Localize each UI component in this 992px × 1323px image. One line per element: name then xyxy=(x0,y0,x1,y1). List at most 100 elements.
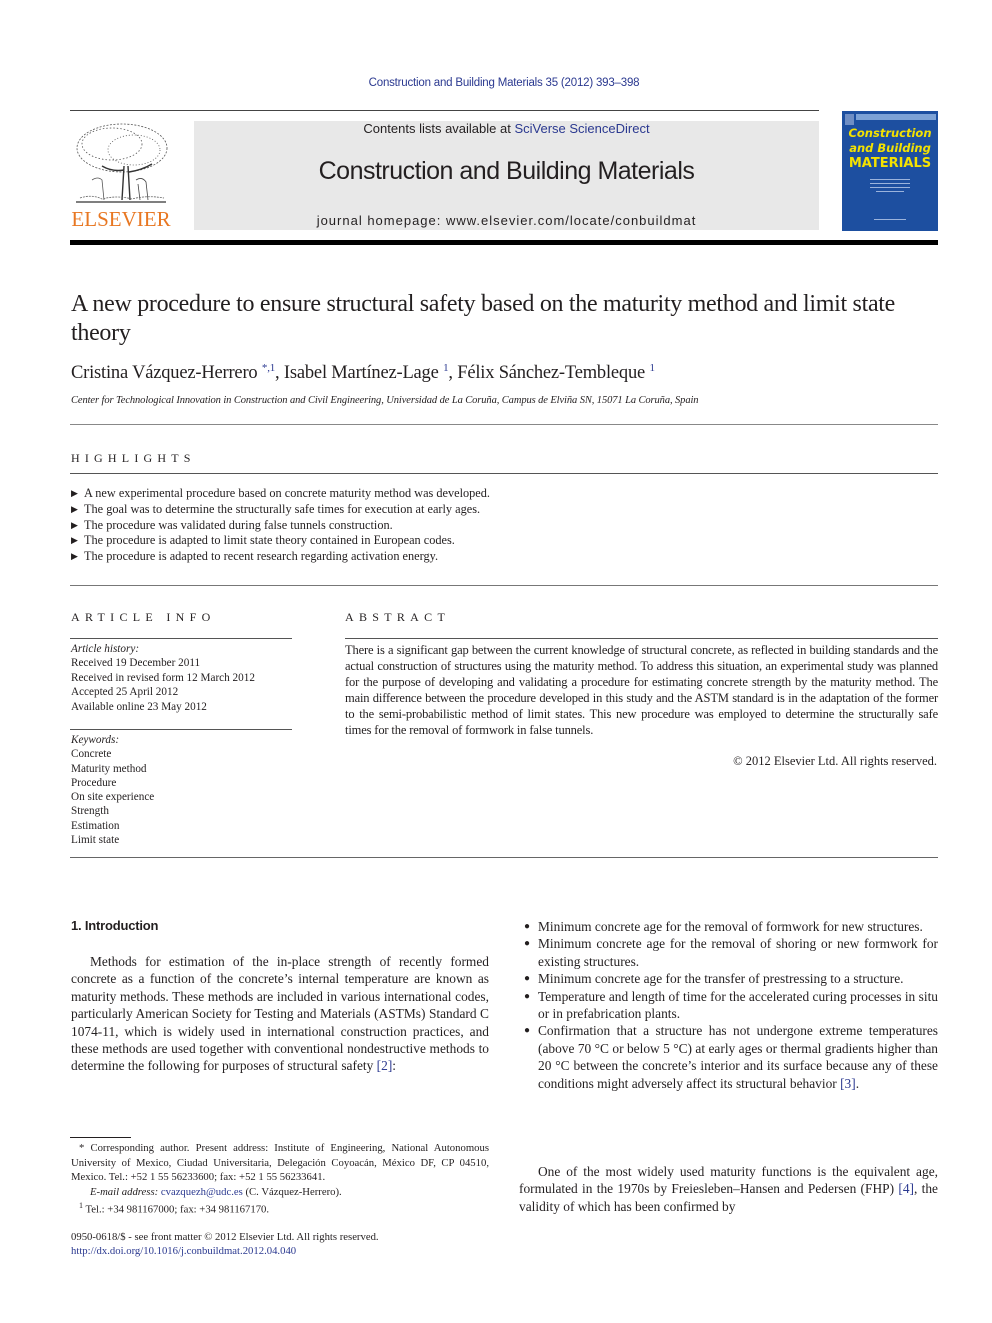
issn-line: 0950-0618/$ - see front matter © 2012 El… xyxy=(71,1231,379,1243)
sciencedirect-link[interactable]: SciVerse ScienceDirect xyxy=(514,121,649,136)
header-rule-top xyxy=(70,110,819,111)
highlights-heading: HIGHLIGHTS xyxy=(71,451,196,465)
elsevier-tree-icon xyxy=(76,123,168,203)
section-heading: 1. Introduction xyxy=(71,918,159,933)
intro-paragraph: One of the most widely used maturity fun… xyxy=(519,1163,938,1215)
cover-text-line xyxy=(870,183,910,184)
bullet-dot-icon: ● xyxy=(524,990,531,1002)
divider xyxy=(70,638,292,639)
article-info-heading: ARTICLE INFO xyxy=(71,610,216,624)
highlight-item: ▶ The procedure is adapted to limit state… xyxy=(71,533,931,549)
bullet-text: Minimum concrete age for the removal of … xyxy=(538,936,938,969)
citation-link[interactable]: [3] xyxy=(840,1076,856,1091)
intro-bullet-list: ● Minimum concrete age for the removal of… xyxy=(519,918,938,1092)
intro-paragraph: Methods for estimation of the in-place s… xyxy=(71,953,489,1075)
keyword: Procedure xyxy=(71,776,117,789)
corresponding-author-footnote: * Corresponding author. Present address:… xyxy=(71,1142,489,1184)
highlight-text: A new experimental procedure based on co… xyxy=(84,486,490,500)
paragraph-text: One of the most widely used maturity fun… xyxy=(519,1164,938,1197)
cover-top-bar xyxy=(856,114,936,120)
footnote-text: Tel.: +34 981167000; fax: +34 981167170. xyxy=(83,1203,270,1216)
cover-title-line-3: MATERIALS xyxy=(848,156,932,171)
cover-text-line xyxy=(874,219,906,220)
keywords-label: Keywords: xyxy=(71,734,120,746)
history-entry: Accepted 25 April 2012 xyxy=(71,686,179,699)
divider xyxy=(70,473,938,474)
article-history: Article history: Received 19 December 20… xyxy=(71,642,255,714)
email-footnote: E-mail address: cvazquezh@udc.es (C. Váz… xyxy=(71,1185,489,1200)
contents-prefix: Contents lists available at xyxy=(363,121,515,136)
highlight-text: The procedure is adapted to limit state … xyxy=(84,533,455,548)
highlight-item: ▶ The procedure is adapted to recent rese… xyxy=(71,549,931,565)
bullet-item: ● Minimum concrete age for the removal of… xyxy=(519,918,938,935)
email-link[interactable]: cvazquezh@udc.es xyxy=(161,1186,243,1198)
author-name[interactable]: Félix Sánchez-Tembleque xyxy=(457,363,645,383)
triangle-bullet-icon: ▶ xyxy=(71,488,78,498)
elsevier-wordmark: ELSEVIER xyxy=(71,207,171,231)
bullet-dot-icon: ● xyxy=(524,938,531,950)
author-name[interactable]: Cristina Vázquez-Herrero xyxy=(71,363,258,383)
contents-line: Contents lists available at SciVerse Sci… xyxy=(194,121,819,136)
citation-link[interactable]: [4] xyxy=(898,1181,914,1196)
bullet-text: Temperature and length of time for the a… xyxy=(538,988,938,1022)
footnotes: * Corresponding author. Present address:… xyxy=(71,1141,489,1218)
abstract-text: There is a significant gap between the c… xyxy=(345,643,938,738)
doi-link[interactable]: http://dx.doi.org/10.1016/j.conbuildmat.… xyxy=(71,1244,296,1259)
cover-title-line-1: Construction xyxy=(848,126,932,140)
highlight-text: The procedure was validated during false… xyxy=(84,517,393,532)
citation-link[interactable]: [2] xyxy=(377,1058,393,1073)
author-marks[interactable]: 1 xyxy=(649,362,655,374)
bullet-item: ● Confirmation that a structure has not u… xyxy=(519,1022,938,1092)
history-entry: Available online 23 May 2012 xyxy=(71,700,207,713)
divider xyxy=(70,585,938,586)
journal-cover-image[interactable]: Construction and Building MATERIALS xyxy=(842,111,938,231)
footnote-rule xyxy=(70,1137,131,1138)
bullet-dot-icon: ● xyxy=(524,973,531,985)
divider xyxy=(345,638,938,639)
bullet-dot-icon: ● xyxy=(524,921,531,932)
highlight-text: The goal was to determine the structural… xyxy=(84,501,481,516)
affiliation: Center for Technological Innovation in C… xyxy=(71,395,699,406)
email-suffix: (C. Vázquez-Herrero). xyxy=(242,1185,342,1198)
cover-text-line xyxy=(870,179,910,180)
paper-title: A new procedure to ensure structural saf… xyxy=(71,291,896,346)
keywords: Keywords: Concrete Maturity method Proce… xyxy=(71,733,154,847)
author-marks[interactable]: 1 xyxy=(443,362,449,374)
author-name[interactable]: Isabel Martínez-Lage xyxy=(284,363,439,383)
keyword: Limit state xyxy=(71,834,120,847)
bullet-dot-icon: ● xyxy=(524,1025,531,1037)
cover-elsevier-icon xyxy=(845,114,854,125)
bullet-text: . xyxy=(855,1075,860,1091)
highlight-text: The procedure is adapted to recent resea… xyxy=(84,549,439,564)
highlight-item: ▶ The goal was to determine the structura… xyxy=(71,502,931,518)
elsevier-logo[interactable]: ELSEVIER xyxy=(70,120,172,232)
keyword: Strength xyxy=(71,805,109,818)
author-marks[interactable]: *,1 xyxy=(262,362,275,374)
divider xyxy=(70,729,292,730)
divider xyxy=(70,424,938,425)
bullet-text: Minimum concrete age for the transfer of… xyxy=(538,971,904,987)
email-label: E-mail address: xyxy=(90,1185,161,1198)
highlight-item: ▶ The procedure was validated during fals… xyxy=(71,518,931,534)
bullet-item: ● Minimum concrete age for the transfer o… xyxy=(519,970,938,987)
history-entry: Received in revised form 12 March 2012 xyxy=(71,671,255,684)
divider xyxy=(70,857,938,858)
abstract-copyright: © 2012 Elsevier Ltd. All rights reserved… xyxy=(733,754,937,768)
keyword: Concrete xyxy=(71,748,112,761)
journal-homepage-link[interactable]: journal homepage: www.elsevier.com/locat… xyxy=(194,213,819,228)
history-entry: Received 19 December 2011 xyxy=(71,657,201,670)
paragraph-text: Methods for estimation of the in-place s… xyxy=(71,954,489,1074)
keyword: On site experience xyxy=(71,791,155,804)
triangle-bullet-icon: ▶ xyxy=(71,535,78,546)
highlights-list: ▶ A new experimental procedure based on c… xyxy=(71,486,931,565)
abstract-heading: ABSTRACT xyxy=(345,610,451,624)
header-rule-bottom xyxy=(70,240,938,245)
highlight-item: ▶ A new experimental procedure based on c… xyxy=(71,486,931,502)
cover-text-line xyxy=(876,191,904,192)
triangle-bullet-icon: ▶ xyxy=(71,519,78,530)
bullet-item: ● Temperature and length of time for the … xyxy=(519,988,938,1023)
cover-text-line xyxy=(870,187,910,188)
journal-reference-link[interactable]: Construction and Building Materials 35 (… xyxy=(0,77,992,89)
history-label: Article history: xyxy=(71,643,140,655)
keyword: Maturity method xyxy=(71,762,147,775)
